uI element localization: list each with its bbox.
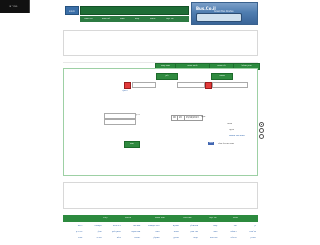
time-label: שעה xyxy=(201,115,206,118)
swap-link[interactable]: החלף xyxy=(122,89,128,92)
facebook-like-button[interactable]: Like xyxy=(208,142,214,145)
footer-grid-link[interactable]: דן xyxy=(254,225,256,227)
nav-item[interactable]: לוח זמנים xyxy=(102,18,110,20)
site-logo[interactable]: Bus.Co.il Israeli Bus Routes xyxy=(191,2,258,25)
arrive-label: הגעה xyxy=(229,128,235,131)
footer-grid-link[interactable]: רחובות xyxy=(135,237,141,239)
footer-grid-link[interactable]: ירושלים xyxy=(231,231,237,233)
footer-grid-link[interactable]: חולון xyxy=(98,231,102,233)
to-input[interactable] xyxy=(132,82,156,88)
nav-item[interactable]: צור קשר xyxy=(166,18,173,20)
footer-grid-link[interactable]: רמת גן xyxy=(251,237,257,239)
to-header: לאן xyxy=(156,73,178,80)
footer-link[interactable]: צור קשר xyxy=(209,217,216,219)
footer-grid-link[interactable]: כפר סבא xyxy=(210,237,217,239)
footer-link-grid: דן אגד קווים מטרופולין אפיקים נתיב אקספרס סופר… xyxy=(63,224,258,244)
footer-grid-link[interactable]: מודיעין xyxy=(173,237,178,239)
footer-grid-link[interactable]: מטרופולין xyxy=(190,225,198,227)
footer-grid-link[interactable]: רעננה xyxy=(193,237,198,239)
option-checkbox[interactable] xyxy=(259,134,264,139)
search-button-label: חיפוש xyxy=(69,10,75,13)
footer-link[interactable]: תנאי שימוש xyxy=(155,217,165,219)
location-pin-icon[interactable] xyxy=(205,82,212,89)
footer-grid-link[interactable]: תל אביב xyxy=(249,231,256,233)
footer-grid-link[interactable]: נצרת xyxy=(78,237,82,239)
arrive-radio[interactable] xyxy=(259,128,264,133)
footer-link[interactable]: מפת אתר xyxy=(183,217,191,219)
nav-item[interactable]: תחנות xyxy=(150,18,155,20)
search-button[interactable]: חיפוש xyxy=(65,6,79,15)
footer-grid-link[interactable]: פתח תקווה xyxy=(131,231,140,233)
from-input[interactable] xyxy=(212,82,248,88)
nav-item[interactable]: בית הספר xyxy=(84,18,93,20)
corner-badge[interactable]: הגדר זה xyxy=(0,0,30,13)
footer-grid-link[interactable]: גי.בי.טורס xyxy=(113,225,121,227)
footer-grid-link[interactable]: אשקלון xyxy=(153,237,159,239)
footer-grid-link[interactable]: קווים xyxy=(213,225,217,227)
nav-item[interactable]: קווים xyxy=(135,18,139,20)
location-pin-icon[interactable] xyxy=(124,82,131,89)
ad-banner-bottom xyxy=(63,182,258,209)
footer-grid-link[interactable]: נתניה xyxy=(155,231,159,233)
ad-banner-top xyxy=(63,30,258,56)
logo-text: Bus.Co.il xyxy=(196,6,216,11)
bus-icon xyxy=(196,13,242,22)
footer-grid-link[interactable]: אילת xyxy=(117,237,121,239)
depart-radio[interactable] xyxy=(259,122,264,127)
footer-grid-link[interactable]: טבריה xyxy=(97,237,102,239)
options-link[interactable]: אפשרויות נוספות xyxy=(229,134,245,137)
footer-grid-link[interactable]: באר שבע xyxy=(190,231,198,233)
footer-link[interactable]: עזרה xyxy=(103,217,107,219)
from-header: מאיפה xyxy=(211,73,233,80)
footer-grid-link[interactable]: נתיב אקספרס xyxy=(148,225,159,227)
footer-grid-link[interactable]: חיפה xyxy=(213,231,217,233)
share-text: מפת ישראל שלנו xyxy=(218,142,234,145)
footer-grid-link[interactable]: ראשון לציון xyxy=(112,231,121,233)
footer-bar: אודות צור קשר מפת אתר תנאי שימוש פרטיות … xyxy=(63,215,258,222)
footer-link[interactable]: פרטיות xyxy=(125,217,131,219)
nav-item[interactable]: מפות xyxy=(120,18,124,20)
search-input[interactable] xyxy=(80,6,189,15)
footer-grid-link[interactable]: אגד xyxy=(234,225,237,227)
corner-badge-label: הגדר זה xyxy=(9,5,18,8)
footer-grid-link[interactable]: סופרבוס xyxy=(133,225,140,227)
footer-grid-link[interactable]: הרצליה xyxy=(231,237,237,239)
footer-grid-link[interactable]: בני ברק xyxy=(76,231,82,233)
route-planner-panel: מאיפה לאן החלף דרך 00 20 15/12/2013 שעה … xyxy=(63,68,264,176)
main-nav: בית הספר לוח זמנים מפות קווים תחנות צור … xyxy=(80,16,189,22)
via-label: דרך xyxy=(136,113,140,116)
footer-grid-link[interactable]: רכבת xyxy=(78,225,82,227)
from-city-input[interactable] xyxy=(177,82,205,88)
footer-grid-link[interactable]: אפיקים xyxy=(173,225,179,227)
footer-grid-link[interactable]: אקסטרה xyxy=(94,225,101,227)
footer-grid-link[interactable]: אשדוד xyxy=(174,231,179,233)
via-input-2[interactable] xyxy=(104,119,136,125)
depart-label: יציאה xyxy=(227,122,233,125)
footer-link[interactable]: אודות xyxy=(233,217,238,219)
search-route-button[interactable]: חפש xyxy=(124,141,140,148)
